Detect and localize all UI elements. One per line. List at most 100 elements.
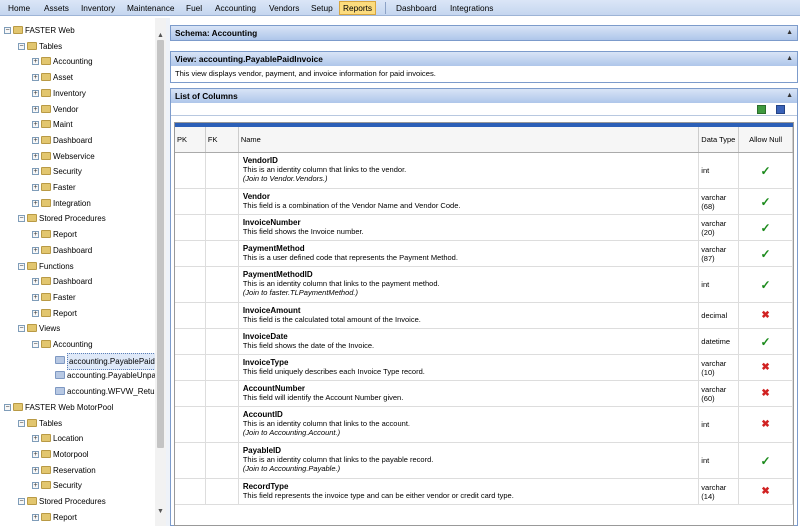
collapse-caret-icon[interactable]: ▲ <box>786 89 793 103</box>
expand-toggle-icon[interactable]: + <box>32 231 39 239</box>
tree-node[interactable]: + Security <box>0 164 160 179</box>
tree-node[interactable]: + Report <box>0 510 160 525</box>
tree-node[interactable]: − Stored Procedures <box>0 211 160 226</box>
tree-node[interactable]: accounting.WFVW_Returns <box>0 384 165 399</box>
menu-item-inventory[interactable]: Inventory <box>78 1 118 15</box>
expand-toggle-icon[interactable]: + <box>32 246 39 254</box>
export-word-icon[interactable] <box>776 105 785 114</box>
menu-item-vendors[interactable]: Vendors <box>266 1 302 15</box>
table-row[interactable]: Vendor This field is a combination of the… <box>175 189 793 215</box>
header-name[interactable]: Name <box>239 127 700 152</box>
menu-item-home[interactable]: Home <box>5 1 33 15</box>
tree-node[interactable]: + Faster <box>0 180 160 195</box>
collapse-caret-icon[interactable]: ▲ <box>786 52 793 66</box>
scroll-up-icon[interactable]: ▲ <box>157 32 164 39</box>
scrollbar-thumb[interactable] <box>157 40 164 448</box>
table-row[interactable]: RecordType This field represents the invo… <box>175 479 793 505</box>
expand-toggle-icon[interactable]: + <box>32 466 39 474</box>
expand-toggle-icon[interactable]: + <box>32 278 39 286</box>
expand-toggle-icon[interactable]: + <box>32 435 39 443</box>
table-row[interactable]: PaymentMethod This is a user defined code… <box>175 241 793 267</box>
tree-node[interactable]: + Dashboard <box>0 243 160 258</box>
scroll-down-icon[interactable]: ▼ <box>157 508 164 515</box>
table-row[interactable]: InvoiceDate This field shows the date of … <box>175 329 793 355</box>
expand-toggle-icon[interactable]: + <box>32 89 39 97</box>
expand-toggle-icon[interactable]: + <box>32 184 39 191</box>
tree-node[interactable]: + Location <box>0 431 160 446</box>
tree-node[interactable]: − FASTER Web <box>0 23 160 38</box>
expand-toggle-icon[interactable]: − <box>18 42 25 50</box>
tree-node[interactable]: − FASTER Web MotorPool <box>0 400 160 415</box>
tree-node[interactable]: + Accounting <box>0 54 160 69</box>
expand-toggle-icon[interactable]: + <box>32 293 39 301</box>
expand-toggle-icon[interactable]: − <box>18 498 25 505</box>
export-excel-icon[interactable] <box>757 105 766 114</box>
expand-toggle-icon[interactable]: + <box>32 121 39 129</box>
expand-toggle-icon[interactable]: + <box>32 482 39 490</box>
tree-node[interactable]: + Webservice <box>0 149 160 164</box>
menu-item-setup[interactable]: Setup <box>308 1 336 15</box>
tree-node[interactable]: − Stored Procedures <box>0 494 160 509</box>
menu-item-dashboard[interactable]: Dashboard <box>393 1 440 15</box>
collapse-caret-icon[interactable]: ▲ <box>786 26 793 40</box>
columns-panel-header[interactable]: List of Columns ▲ <box>171 89 797 103</box>
tree-scrollbar[interactable]: ▲ ▼ <box>155 18 166 526</box>
menu-item-maintenance[interactable]: Maintenance <box>124 1 178 15</box>
expand-toggle-icon[interactable]: − <box>32 341 39 348</box>
tree-node[interactable]: + Maint <box>0 117 160 132</box>
expand-toggle-icon[interactable]: + <box>32 450 39 458</box>
tree-node[interactable]: + Report <box>0 306 160 321</box>
header-data-type[interactable]: Data Type <box>699 127 740 152</box>
table-row[interactable]: InvoiceAmount This field is the calculate… <box>175 303 793 329</box>
expand-toggle-icon[interactable]: + <box>32 136 39 144</box>
expand-toggle-icon[interactable]: + <box>32 309 39 317</box>
table-row[interactable]: VendorID This is an identity column that … <box>175 153 793 189</box>
expand-toggle-icon[interactable]: − <box>18 325 25 333</box>
tree-node[interactable]: + Dashboard <box>0 274 160 289</box>
tree-node[interactable]: + Report <box>0 227 160 242</box>
tree-node[interactable]: + Dashboard <box>0 133 160 148</box>
expand-toggle-icon[interactable]: + <box>32 199 39 207</box>
tree-node[interactable]: + Reservation <box>0 463 160 478</box>
tree-node[interactable]: accounting.PayablePaidInvoice <box>0 352 165 370</box>
tree-node[interactable]: accounting.PayableUnpaidInvoice <box>0 368 165 383</box>
menu-item-accounting[interactable]: Accounting <box>212 1 259 15</box>
expand-toggle-icon[interactable]: − <box>18 215 25 223</box>
header-allow-null[interactable]: Allow Null <box>739 127 793 152</box>
expand-toggle-icon[interactable]: + <box>32 168 39 176</box>
header-fk[interactable]: FK <box>206 127 239 152</box>
expand-toggle-icon[interactable]: − <box>18 262 25 270</box>
tree-node[interactable]: − Tables <box>0 416 160 431</box>
tree-node[interactable]: + Faster <box>0 290 160 305</box>
schema-panel-header[interactable]: Schema: Accounting ▲ <box>171 26 797 40</box>
tree-node[interactable]: − Tables <box>0 39 160 54</box>
header-pk[interactable]: PK <box>175 127 206 152</box>
table-row[interactable]: InvoiceType This field uniquely describes… <box>175 355 793 381</box>
expand-toggle-icon[interactable]: + <box>32 74 39 82</box>
menu-item-assets[interactable]: Assets <box>41 1 72 15</box>
table-row[interactable]: PayableID This is an identity column that… <box>175 443 793 479</box>
menu-item-reports[interactable]: Reports <box>339 1 377 15</box>
expand-toggle-icon[interactable]: − <box>18 419 25 427</box>
tree-node[interactable]: + Security <box>0 478 160 493</box>
menu-item-integrations[interactable]: Integrations <box>447 1 496 15</box>
expand-toggle-icon[interactable]: + <box>32 58 39 66</box>
tree-node[interactable]: − Views <box>0 321 160 336</box>
tree-node[interactable]: − Accounting <box>0 337 160 352</box>
menu-item-fuel[interactable]: Fuel <box>183 1 205 15</box>
table-row[interactable]: InvoiceNumber This field shows the Invoic… <box>175 215 793 241</box>
tree-node[interactable]: − Functions <box>0 259 160 274</box>
tree-node[interactable]: + Integration <box>0 196 160 211</box>
tree-node[interactable]: + Asset <box>0 70 160 85</box>
expand-toggle-icon[interactable]: + <box>32 513 39 521</box>
tree-node[interactable]: + Inventory <box>0 86 160 101</box>
expand-toggle-icon[interactable]: + <box>32 105 39 113</box>
table-row[interactable]: AccountNumber This field will identify th… <box>175 381 793 407</box>
tree-node[interactable]: + Vendor <box>0 102 160 117</box>
expand-toggle-icon[interactable]: − <box>4 27 11 34</box>
tree-node[interactable]: + Motorpool <box>0 447 160 462</box>
view-panel-header[interactable]: View: accounting.PayablePaidInvoice ▲ <box>171 52 797 66</box>
table-row[interactable]: AccountID This is an identity column that… <box>175 407 793 443</box>
table-row[interactable]: PaymentMethodID This is an identity colum… <box>175 267 793 303</box>
expand-toggle-icon[interactable]: − <box>4 403 11 411</box>
